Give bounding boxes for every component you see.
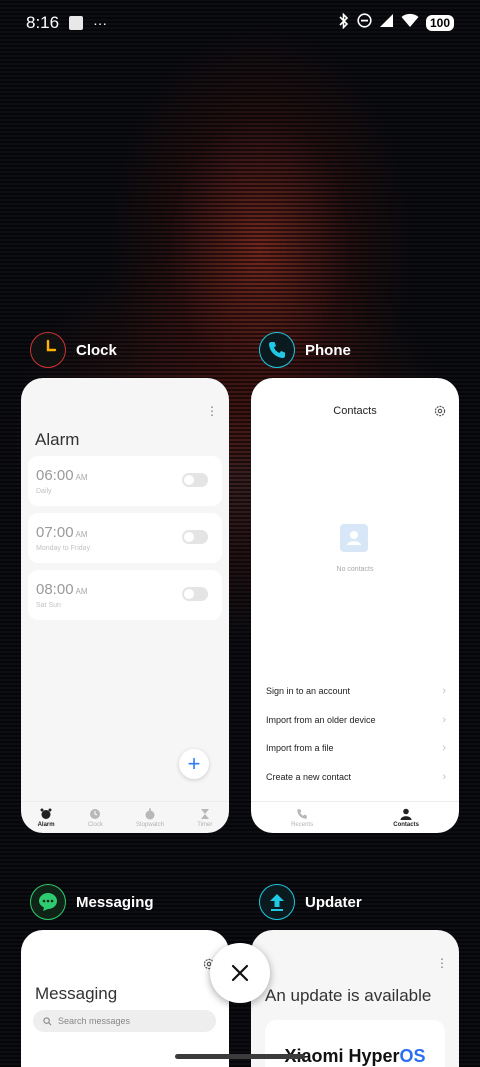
nav-label: Contacts (393, 821, 419, 828)
recents-phone-icon (297, 808, 307, 819)
status-time: 8:16 (26, 13, 60, 32)
alarm-repeat: Sat Sun (36, 602, 61, 609)
alarm-toggle[interactable] (182, 530, 208, 544)
empty-contacts-icon (340, 524, 368, 552)
clock-app-card[interactable]: ⋮ Alarm 06:00 AM Daily 07:00 AM Monday to … (21, 378, 229, 833)
phone-bottom-nav: Recents Contacts (251, 801, 459, 833)
empty-contacts-text: No contacts (336, 566, 374, 573)
nav-tab-contacts[interactable]: Contacts (393, 808, 419, 828)
option-label: Create a new contact (266, 772, 352, 782)
hourglass-icon (200, 808, 209, 819)
chat-bubble-icon (30, 884, 66, 920)
alarm-row[interactable]: 06:00 AM Daily (28, 456, 222, 506)
more-notifications-icon: ··· (93, 15, 108, 31)
import-older-device-option[interactable]: Import from an older device › (266, 710, 446, 730)
alarm-time: 08:00 (36, 581, 74, 598)
search-placeholder: Search messages (58, 1016, 131, 1026)
search-messages-input[interactable]: Search messages (33, 1010, 216, 1032)
nav-tab-clock[interactable]: Clock (88, 808, 103, 828)
nav-label: Clock (87, 821, 103, 828)
nav-label: Timer (197, 821, 213, 828)
status-bar: 8:16 ··· 100 (0, 0, 480, 46)
chevron-right-icon: › (442, 685, 446, 697)
phone-app-header[interactable]: Phone (259, 332, 351, 368)
clear-all-button[interactable] (210, 943, 270, 1003)
close-icon (231, 964, 249, 982)
alarm-time: 06:00 (36, 467, 74, 484)
nav-tab-timer[interactable]: Timer (197, 808, 212, 828)
alarm-time: 07:00 (36, 524, 74, 541)
messaging-app-name: Messaging (76, 893, 154, 911)
sign-in-account-option[interactable]: Sign in to an account › (266, 681, 446, 701)
option-label: Sign in to an account (266, 686, 351, 696)
home-indicator[interactable] (175, 1054, 305, 1059)
add-alarm-button[interactable]: + (179, 749, 209, 779)
update-banner[interactable]: Xiaomi HyperOS (265, 1020, 445, 1067)
import-file-option[interactable]: Import from a file › (266, 738, 446, 758)
alarm-toggle[interactable] (182, 473, 208, 487)
wifi-icon (401, 13, 419, 33)
clock-app-name: Clock (76, 341, 117, 359)
clock-icon (30, 332, 66, 368)
nav-tab-alarm[interactable]: Alarm (38, 808, 55, 828)
chevron-right-icon: › (442, 771, 446, 783)
alarm-ampm: AM (75, 587, 88, 596)
clock-app-header[interactable]: Clock (30, 332, 117, 368)
more-options-icon[interactable]: ⋮ (206, 405, 218, 417)
nav-tab-recents[interactable]: Recents (291, 808, 313, 828)
alarm-icon (40, 808, 52, 819)
more-options-icon[interactable]: ⋮ (436, 957, 448, 969)
option-label: Import from a file (266, 743, 334, 753)
bluetooth-icon (338, 12, 350, 34)
stopwatch-icon (145, 808, 155, 819)
alarm-ampm: AM (75, 530, 88, 539)
alarm-ampm: AM (75, 473, 88, 482)
contacts-person-icon (400, 808, 412, 820)
updater-app-name: Updater (305, 893, 362, 911)
search-icon (43, 1016, 52, 1025)
clock-tab-icon (90, 808, 101, 819)
messaging-app-card[interactable]: Messaging Search messages (21, 930, 229, 1067)
create-contact-option[interactable]: Create a new contact › (266, 767, 446, 787)
chevron-right-icon: › (442, 714, 446, 726)
option-label: Import from an older device (266, 715, 376, 725)
clock-bottom-nav: Alarm Clock Stopwatch Timer (21, 801, 229, 833)
battery-indicator: 100 (425, 15, 454, 31)
contacts-title: Contacts (333, 405, 377, 417)
chevron-right-icon: › (442, 742, 446, 754)
alarm-row[interactable]: 08:00 AM Sat Sun (28, 570, 222, 620)
nav-label: Recents (291, 821, 314, 828)
settings-gear-icon[interactable] (434, 404, 446, 422)
alarm-row[interactable]: 07:00 AM Monday to Friday (28, 513, 222, 563)
phone-icon (259, 332, 295, 368)
updater-app-header[interactable]: Updater (259, 884, 362, 920)
phone-app-name: Phone (305, 341, 351, 359)
messaging-app-header[interactable]: Messaging (30, 884, 154, 920)
alarm-toggle[interactable] (182, 587, 208, 601)
signal-icon (379, 13, 394, 33)
upload-arrow-icon (259, 884, 295, 920)
do-not-disturb-icon (357, 13, 372, 33)
nav-label: Alarm (37, 821, 55, 828)
alarm-repeat: Monday to Friday (36, 545, 91, 552)
nav-tab-stopwatch[interactable]: Stopwatch (136, 808, 164, 828)
nav-label: Stopwatch (136, 821, 165, 828)
updater-app-card[interactable]: ⋮ An update is available Xiaomi HyperOS (251, 930, 459, 1067)
phone-app-card[interactable]: Contacts No contacts Sign in to an accou… (251, 378, 459, 833)
alarm-repeat: Daily (36, 488, 52, 495)
alarm-title: Alarm (35, 430, 80, 449)
notification-icon (69, 16, 84, 30)
update-title: An update is available (265, 986, 432, 1005)
messaging-title: Messaging (35, 984, 118, 1003)
